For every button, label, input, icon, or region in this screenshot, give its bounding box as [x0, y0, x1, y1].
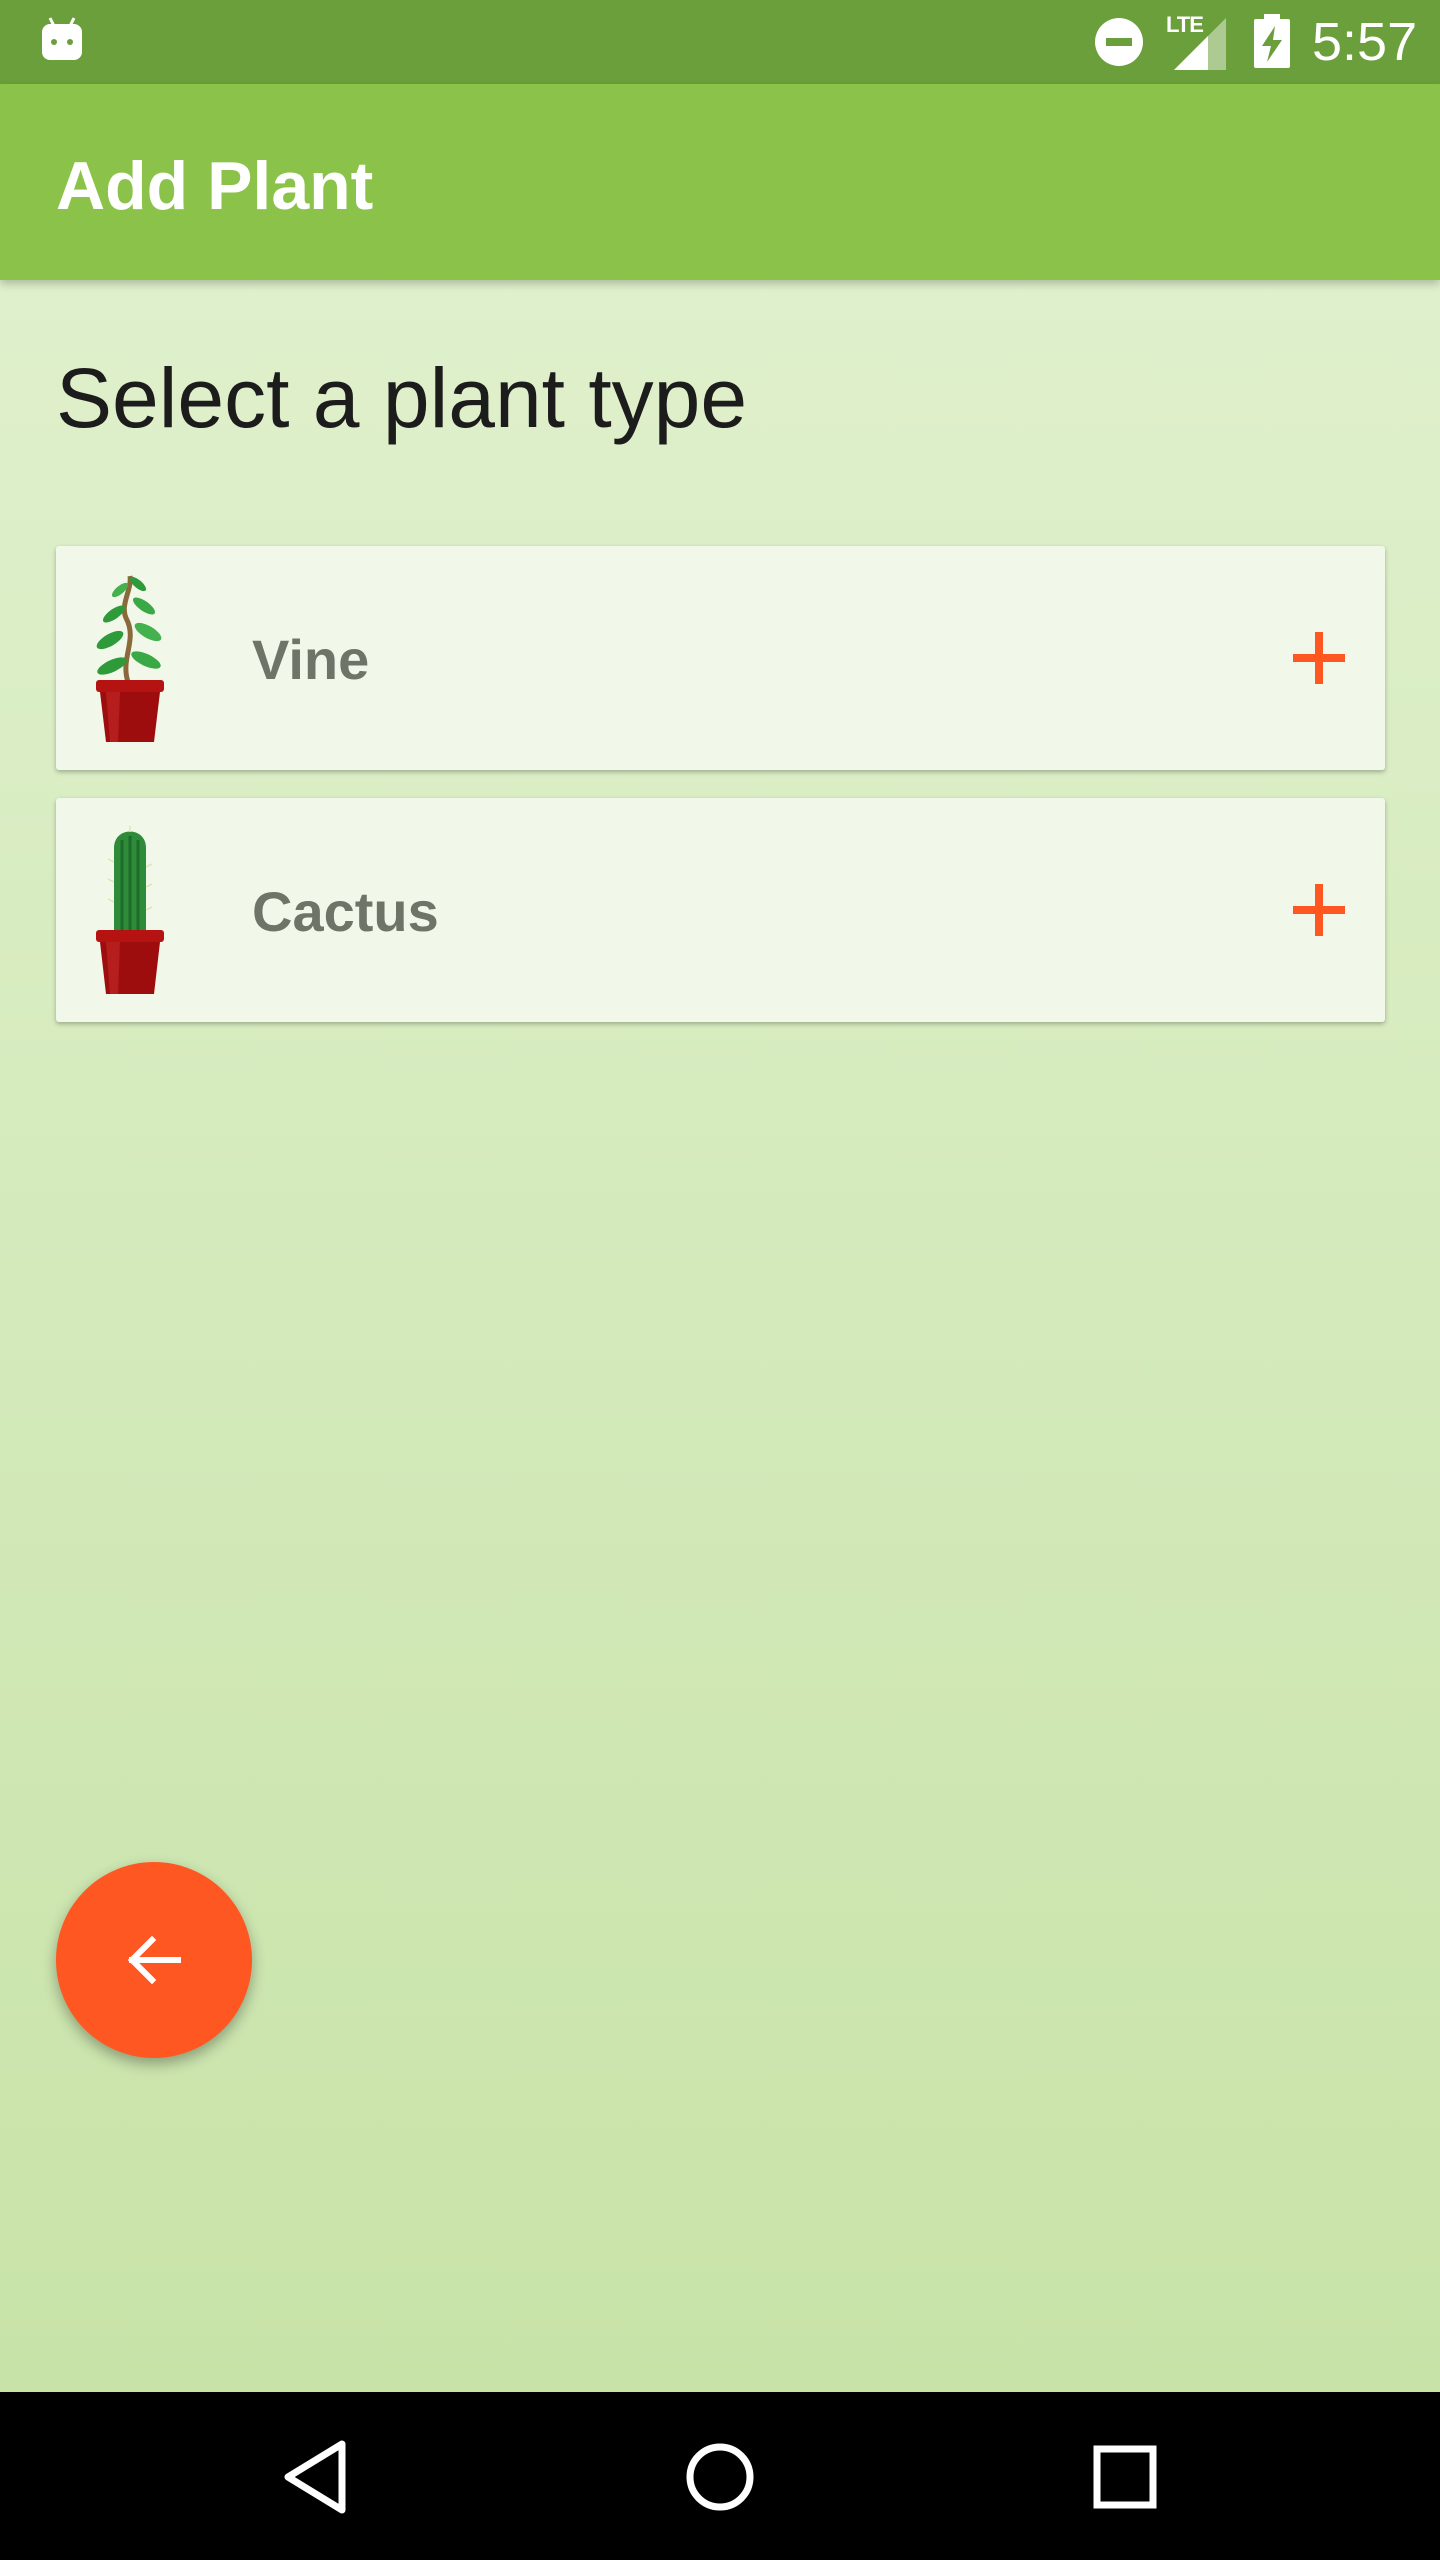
- app-bar: Add Plant: [0, 84, 1440, 280]
- add-icon[interactable]: [1291, 882, 1347, 938]
- cactus-plant-icon: [96, 826, 164, 994]
- android-icon: [42, 17, 82, 60]
- home-icon[interactable]: [675, 2432, 765, 2522]
- page-title: Add Plant: [56, 148, 374, 224]
- lte-signal-icon: [1174, 18, 1226, 70]
- system-nav-bar: [0, 2392, 1440, 2560]
- add-icon[interactable]: [1291, 630, 1347, 686]
- plant-type-label: Vine: [252, 628, 370, 691]
- arrow-back-icon: [127, 1935, 181, 1985]
- main-content: Select a plant type Vine Cactus: [0, 280, 1440, 2392]
- battery-charging-icon: [1254, 14, 1290, 68]
- back-icon[interactable]: [272, 2432, 362, 2522]
- back-fab-button[interactable]: [56, 1862, 252, 2058]
- plant-type-card-vine[interactable]: Vine: [56, 546, 1385, 770]
- status-clock: 5:57: [1312, 12, 1418, 72]
- plant-type-label: Cactus: [252, 880, 439, 943]
- section-heading: Select a plant type: [56, 351, 748, 445]
- recents-icon[interactable]: [1080, 2432, 1170, 2522]
- plant-type-card-cactus[interactable]: Cactus: [56, 798, 1385, 1022]
- vine-plant-icon: [96, 575, 164, 742]
- status-bar: LTE 5:57: [0, 0, 1440, 84]
- do-not-disturb-icon: [1095, 18, 1143, 66]
